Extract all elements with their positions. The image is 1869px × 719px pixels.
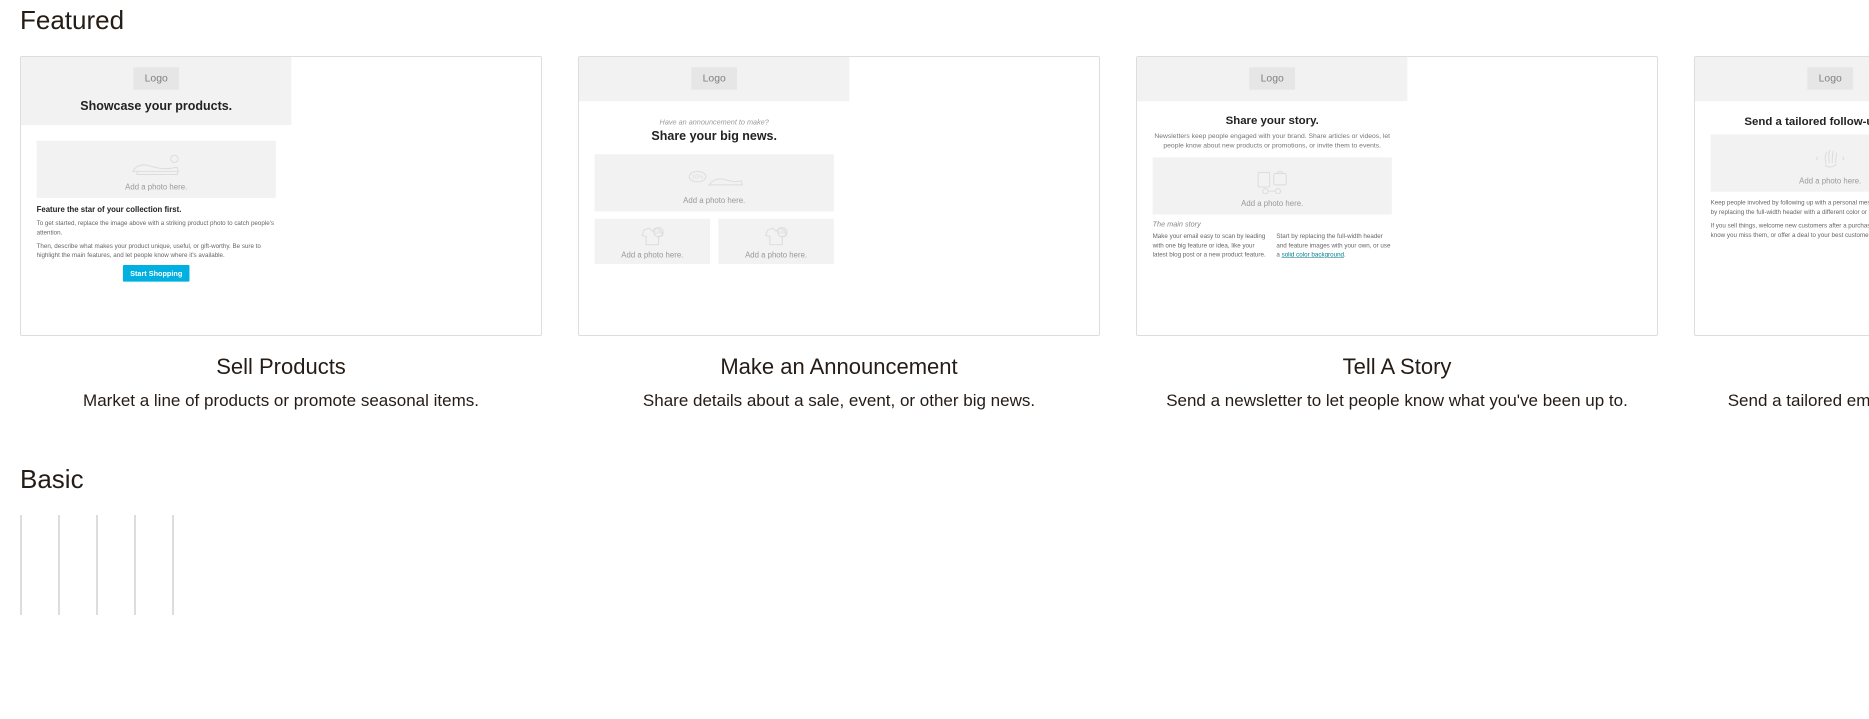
template-desc: Market a line of products or promote sea… — [20, 388, 542, 414]
basic-templates-row — [20, 515, 1849, 615]
preview-eyebrow: Have an announcement to make? — [595, 118, 834, 126]
logo-placeholder: Logo — [691, 67, 737, 89]
preview-headline: Share your big news. — [595, 129, 834, 144]
basic-template[interactable] — [96, 515, 98, 615]
basic-template[interactable] — [134, 515, 136, 615]
template-title: Tell A Story — [1136, 354, 1658, 380]
preview-text: To get started, replace the image above … — [37, 218, 276, 237]
template-title: Sell Products — [20, 354, 542, 380]
preview-headline: Showcase your products. — [21, 99, 291, 114]
preview-headline: Share your story. — [1153, 114, 1392, 128]
photo-placeholder: Add a photo here. — [1711, 134, 1869, 191]
template-thumbnail: Logo Share your story. Newsletters keep … — [1136, 56, 1658, 336]
svg-text:10%: 10% — [692, 174, 703, 180]
template-sell-products[interactable]: Logo Showcase your products. Add a photo… — [20, 56, 542, 414]
template-desc: Send a tailored email to people who have… — [1694, 388, 1869, 414]
svg-text:50%: 50% — [654, 230, 663, 235]
photo-caption: Add a photo here. — [718, 251, 833, 260]
preview-sub: Newsletters keep people engaged with you… — [1153, 131, 1392, 150]
photo-caption: Add a photo here. — [1711, 177, 1869, 186]
logo-placeholder-block — [135, 560, 136, 600]
template-thumbnail: Logo Send a tailored follow-up email. Ad… — [1694, 56, 1869, 336]
photo-placeholder: Add a photo here. — [37, 141, 276, 198]
template-title: Follow Up — [1694, 354, 1869, 380]
tshirt-icon: 50% — [595, 226, 710, 247]
photo-caption: Add a photo here. — [595, 251, 710, 260]
preview-text: Keep people involved by following up wit… — [1711, 198, 1869, 217]
featured-templates-row: Logo Showcase your products. Add a photo… — [20, 56, 1849, 414]
notebook-bag-icon — [1153, 167, 1392, 196]
template-desc: Send a newsletter to let people know wha… — [1136, 388, 1658, 414]
cta-button: Start Shopping — [123, 265, 190, 282]
template-follow-up[interactable]: Logo Send a tailored follow-up email. Ad… — [1694, 56, 1869, 414]
logo-placeholder: Logo — [1807, 67, 1853, 89]
photo-placeholder: Add a photo here. — [1153, 158, 1392, 215]
shoe-tag-icon: 10% — [595, 164, 834, 193]
photo-placeholder: 10% Add a photo here. — [595, 154, 834, 211]
template-make-announcement[interactable]: Logo Have an announcement to make? Share… — [578, 56, 1100, 414]
template-title: Make an Announcement — [578, 354, 1100, 380]
svg-text:50%: 50% — [778, 230, 787, 235]
photo-caption: Add a photo here. — [1153, 200, 1392, 209]
template-tell-a-story[interactable]: Logo Share your story. Newsletters keep … — [1136, 56, 1658, 414]
logo-placeholder: Logo — [133, 67, 179, 89]
preview-text: Then, describe what makes your product u… — [37, 241, 276, 260]
basic-template[interactable] — [20, 515, 22, 615]
preview-text: Start by replacing the full-width header… — [1276, 231, 1391, 259]
logo-placeholder: Logo — [1249, 67, 1295, 89]
photo-caption: Add a photo here. — [595, 196, 834, 205]
section-heading-basic: Basic — [20, 464, 1849, 495]
logo-placeholder-block — [21, 560, 22, 600]
template-thumbnail: Logo Showcase your products. Add a photo… — [20, 56, 542, 336]
logo-placeholder-block — [59, 560, 60, 600]
shoe-icon — [37, 150, 276, 179]
photo-placeholder: 50% Add a photo here. — [718, 219, 833, 264]
basic-template[interactable] — [58, 515, 60, 615]
logo-placeholder-block — [173, 560, 174, 600]
logo-placeholder-block — [97, 560, 98, 600]
section-heading-featured: Featured — [20, 5, 1849, 36]
preview-section-label: The main story — [1153, 220, 1392, 228]
preview-headline: Send a tailored follow-up email. — [1721, 115, 1869, 129]
template-thumbnail: Logo Have an announcement to make? Share… — [578, 56, 1100, 336]
preview-bold: Feature the star of your collection firs… — [37, 205, 276, 214]
preview-text: If you sell things, welcome new customer… — [1711, 221, 1869, 240]
template-desc: Share details about a sale, event, or ot… — [578, 388, 1100, 414]
tshirt-icon: 50% — [718, 226, 833, 247]
basic-template[interactable] — [172, 515, 174, 615]
preview-text: Make your email easy to scan by leading … — [1153, 231, 1268, 259]
photo-caption: Add a photo here. — [37, 183, 276, 192]
link: solid color background — [1282, 251, 1344, 258]
photo-placeholder: 50% Add a photo here. — [595, 219, 710, 264]
wave-hand-icon — [1711, 144, 1869, 173]
